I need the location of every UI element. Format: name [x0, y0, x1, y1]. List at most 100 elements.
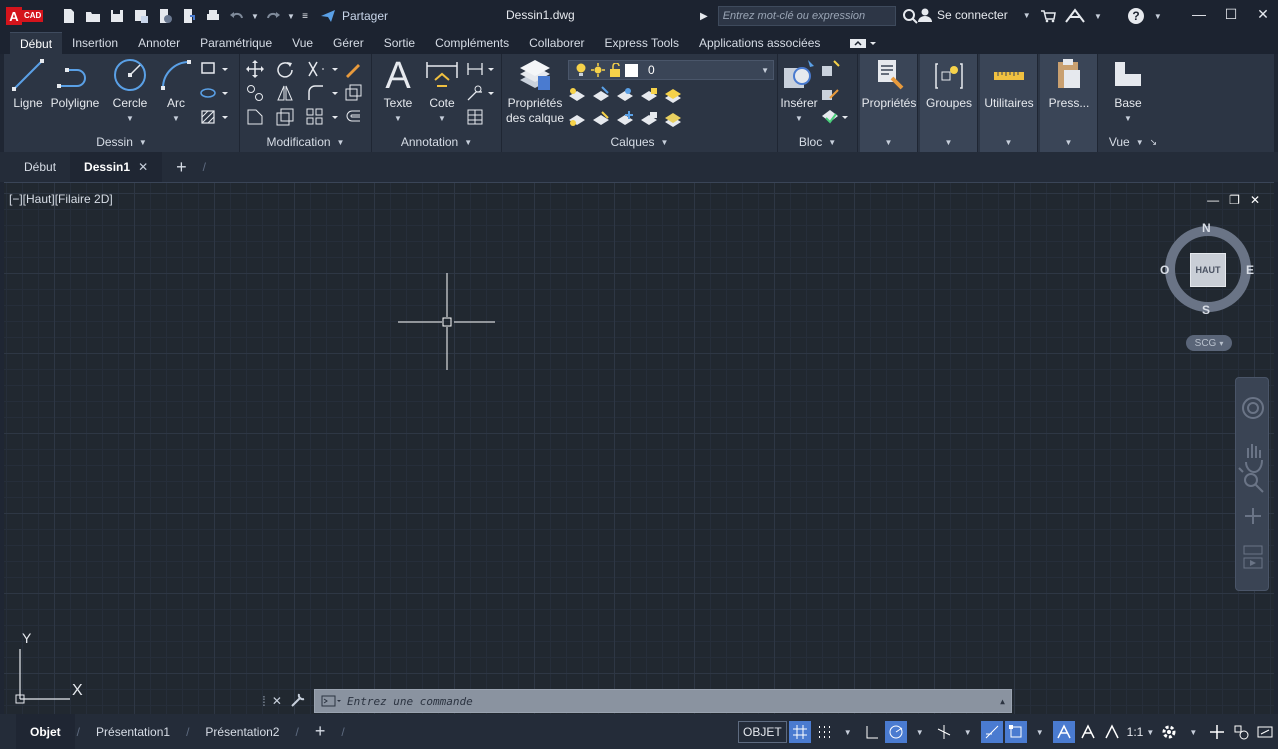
panel-vue-title[interactable]: Vue ▼ ↘	[1098, 132, 1168, 152]
tab-sortie[interactable]: Sortie	[374, 32, 425, 54]
layer-isolate-icon[interactable]	[568, 110, 586, 128]
vue-launcher-icon[interactable]: ↘	[1150, 137, 1158, 148]
cart-icon[interactable]	[1040, 9, 1056, 23]
tab-parametrique[interactable]: Paramétrique	[190, 32, 282, 54]
object-snap-toggle[interactable]	[1004, 721, 1027, 743]
snap-toggle[interactable]	[813, 721, 835, 743]
fillet-icon[interactable]	[306, 84, 340, 102]
drawing-canvas[interactable]: [−][Haut][Filaire 2D] — ❐ ✕ N S E O HAUT…	[4, 182, 1274, 714]
inserer-dropdown-icon[interactable]: ▼	[795, 111, 803, 126]
object-snap-dropdown[interactable]: ▼	[1029, 721, 1051, 743]
viewcube[interactable]: N S E O HAUT	[1160, 221, 1254, 317]
texte-button[interactable]: A Texte ▼	[378, 56, 418, 126]
utilitaires-button[interactable]: Utilitaires	[980, 58, 1038, 111]
customize-toolbar-icon[interactable]: ≡	[298, 5, 312, 27]
panel-presse-papiers[interactable]: Press... ▼	[1040, 54, 1098, 152]
layer-off-icon[interactable]	[592, 110, 610, 128]
tab-gerer[interactable]: Gérer	[323, 32, 374, 54]
layer-make-current-icon[interactable]	[568, 86, 586, 104]
save-as-icon[interactable]	[130, 5, 152, 27]
tab-vue[interactable]: Vue	[282, 32, 323, 54]
viewport-restore-icon[interactable]: ❐	[1229, 193, 1240, 207]
auto-scale-toggle[interactable]	[1077, 721, 1099, 743]
save-web-icon[interactable]	[178, 5, 200, 27]
print-icon[interactable]	[202, 5, 224, 27]
close-icon[interactable]: ✕	[1254, 4, 1272, 24]
command-line-settings-icon[interactable]	[290, 692, 306, 711]
utilitaires-expand[interactable]: ▼	[980, 132, 1037, 152]
mirror-icon[interactable]	[276, 84, 294, 102]
help-dropdown-icon[interactable]: ▼	[1154, 12, 1162, 21]
hatch-icon[interactable]	[200, 108, 232, 126]
panel-modification-title[interactable]: Modification ▼	[240, 132, 371, 152]
apps-dropdown-icon[interactable]: ▼	[1094, 12, 1102, 21]
offset-icon[interactable]	[344, 108, 362, 126]
viewport-minimize-icon[interactable]: —	[1207, 193, 1219, 207]
layer-properties-button[interactable]: Propriétés des calque	[504, 58, 566, 126]
layout-tab-presentation2[interactable]: Présentation2	[191, 714, 293, 749]
viewcube-top-face[interactable]: HAUT	[1190, 253, 1226, 287]
new-layout-button[interactable]: +	[301, 714, 340, 749]
autodesk-apps-icon[interactable]	[1064, 8, 1086, 24]
polar-dropdown[interactable]: ▼	[909, 721, 931, 743]
annotation-scale-toggle[interactable]	[1101, 721, 1123, 743]
isodraft-toggle[interactable]	[933, 721, 955, 743]
command-expand-icon[interactable]: ▲	[1000, 697, 1005, 706]
ligne-button[interactable]: Ligne	[10, 58, 46, 111]
search-input[interactable]	[717, 6, 896, 26]
object-snap-tracking-toggle[interactable]	[980, 721, 1003, 743]
open-folder-icon[interactable]	[82, 5, 104, 27]
groupes-expand[interactable]: ▼	[920, 132, 977, 152]
panel-bloc-title[interactable]: Bloc ▼	[778, 132, 857, 152]
compass-east[interactable]: E	[1246, 263, 1254, 277]
command-history-icon[interactable]	[321, 695, 341, 707]
annotation-scale-dropdown[interactable]: 1:1 ▼	[1125, 721, 1157, 743]
tab-annoter[interactable]: Annoter	[128, 32, 190, 54]
panel-annotation-title[interactable]: Annotation ▼	[372, 132, 501, 152]
erase-icon[interactable]	[344, 60, 362, 78]
viewport-close-icon[interactable]: ✕	[1250, 193, 1260, 207]
close-tab-icon[interactable]: ✕	[138, 160, 148, 174]
texte-dropdown-icon[interactable]: ▼	[394, 111, 402, 126]
create-block-icon[interactable]	[820, 60, 840, 78]
rotate-icon[interactable]	[276, 60, 294, 78]
layer-freeze-icon[interactable]	[616, 110, 634, 128]
scale-icon[interactable]	[276, 108, 294, 126]
help-icon[interactable]: ?	[1126, 6, 1146, 26]
search-expand-icon[interactable]: ▶	[700, 11, 708, 22]
undo-dropdown-icon[interactable]: ▼	[250, 5, 260, 27]
cote-dropdown-icon[interactable]: ▼	[438, 111, 446, 126]
app-menu-button[interactable]: A CAD	[6, 5, 46, 27]
tab-applications-associees[interactable]: Applications associées	[689, 32, 830, 54]
minimize-icon[interactable]: —	[1190, 4, 1208, 24]
share-button[interactable]: Partager	[320, 9, 388, 23]
workspace-dropdown[interactable]: ▼	[1182, 721, 1204, 743]
linear-dimension-icon[interactable]	[466, 60, 498, 78]
save-icon[interactable]	[106, 5, 128, 27]
panel-proprietes[interactable]: Propriétés ▼	[860, 54, 918, 152]
maximize-icon[interactable]: ☐	[1222, 4, 1240, 24]
compass-south[interactable]: S	[1202, 303, 1210, 317]
tab-express-tools[interactable]: Express Tools	[594, 32, 688, 54]
explode-icon[interactable]	[344, 84, 362, 102]
presse-papiers-expand[interactable]: ▼	[1040, 132, 1097, 152]
tab-debut[interactable]: Début	[10, 32, 63, 54]
polyligne-button[interactable]: Polyligne	[48, 58, 102, 111]
layer-unlock-all-icon[interactable]	[640, 110, 658, 128]
isodraft-dropdown[interactable]: ▼	[957, 721, 979, 743]
panel-groupes[interactable]: Groupes ▼	[920, 54, 978, 152]
base-button[interactable]: Base ▼	[1098, 58, 1158, 126]
layout-tab-presentation1[interactable]: Présentation1	[82, 714, 184, 749]
signin-button[interactable]: Se connecter ▼	[918, 8, 1031, 22]
isolate-objects-toggle[interactable]	[1230, 721, 1252, 743]
move-icon[interactable]	[246, 60, 264, 78]
panel-calques-title[interactable]: Calques ▼	[502, 132, 777, 152]
ortho-toggle[interactable]	[861, 721, 883, 743]
copy-icon[interactable]	[246, 84, 264, 102]
ucs-menu-button[interactable]: SCG ▾	[1186, 335, 1232, 351]
layer-previous-icon[interactable]	[616, 86, 634, 104]
layout-tab-objet[interactable]: Objet	[16, 714, 75, 749]
cote-button[interactable]: Cote ▼	[422, 58, 462, 126]
ellipse-icon[interactable]	[200, 84, 232, 102]
layer-match-icon[interactable]	[592, 86, 610, 104]
